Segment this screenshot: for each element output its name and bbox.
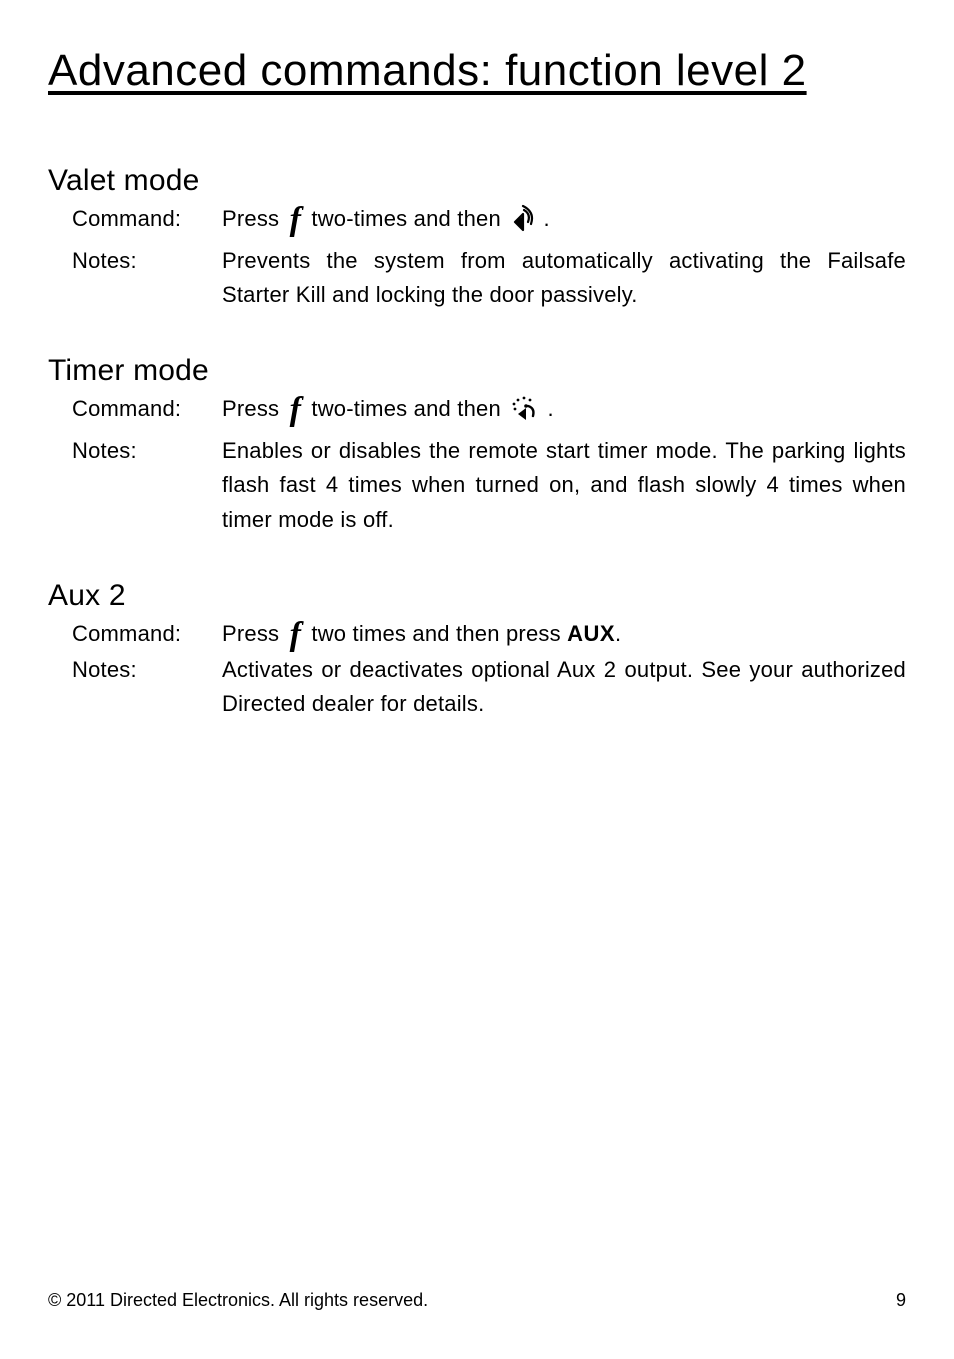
notes-row: Notes: Activates or deactivates optional… [72, 653, 906, 721]
section-heading: Aux 2 [48, 579, 906, 613]
notes-label: Notes: [72, 653, 222, 687]
command-row: Command: Press f two times and then pres… [72, 617, 906, 651]
page-number: 9 [896, 1290, 906, 1311]
page-footer: © 2011 Directed Electronics. All rights … [48, 1290, 906, 1311]
command-row: Command: Press f two-times and then . [72, 202, 906, 242]
command-label: Command: [72, 202, 222, 236]
notes-content: Prevents the system from automatically a… [222, 244, 906, 312]
copyright-text: © 2011 Directed Electronics. All rights … [48, 1290, 428, 1311]
notes-content: Activates or deactivates optional Aux 2 … [222, 653, 906, 721]
section-timer-mode: Timer mode Command: Press f two-times an… [48, 354, 906, 536]
notes-label: Notes: [72, 434, 222, 468]
speaker-icon [509, 202, 535, 242]
section-aux-2: Aux 2 Command: Press f two times and the… [48, 579, 906, 721]
notes-row: Notes: Prevents the system from automati… [72, 244, 906, 312]
notes-label: Notes: [72, 244, 222, 278]
section-heading: Valet mode [48, 164, 906, 198]
command-row: Command: Press f two-times and then . [72, 392, 906, 432]
page-title: Advanced commands: function level 2 [48, 46, 906, 96]
command-content: Press f two-times and then . [222, 392, 906, 432]
command-label: Command: [72, 617, 222, 651]
aux-label: AUX [567, 621, 615, 646]
command-label: Command: [72, 392, 222, 426]
section-valet-mode: Valet mode Command: Press f two-times an… [48, 164, 906, 312]
command-content: Press f two-times and then . [222, 202, 906, 242]
command-content: Press f two times and then press AUX. [222, 617, 906, 651]
notes-content: Enables or disables the remote start tim… [222, 434, 906, 536]
notes-row: Notes: Enables or disables the remote st… [72, 434, 906, 536]
section-heading: Timer mode [48, 354, 906, 388]
remote-start-icon [509, 394, 539, 432]
